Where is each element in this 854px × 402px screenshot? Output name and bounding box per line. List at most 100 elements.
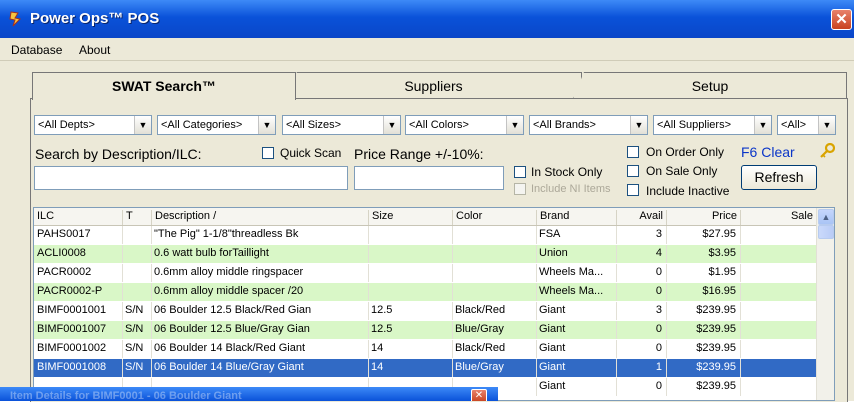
on-sale-only-checkbox[interactable] [627, 165, 639, 177]
menu-about[interactable]: About [79, 43, 110, 57]
col-header-size[interactable]: Size [368, 210, 452, 225]
categories-select[interactable]: <All Categories> ▼ [157, 115, 276, 135]
f6-clear-link[interactable]: F6 Clear [741, 144, 795, 160]
cell-divider [452, 359, 453, 377]
cell-avail: 1 [655, 361, 662, 373]
key-icon [820, 143, 835, 158]
cell-divider [368, 359, 369, 377]
cell-ilc: BIMF0001001 [37, 304, 107, 316]
col-header-t[interactable]: T [122, 210, 151, 225]
table-row[interactable]: BIMF0001008 S/N 06 Boulder 14 Blue/Gray Gi… [34, 359, 816, 377]
chevron-down-icon[interactable]: ▼ [506, 116, 523, 134]
table-row[interactable]: BIMF0001007 S/N 06 Boulder 12.5 Blue/Gray … [34, 321, 816, 339]
chevron-down-icon[interactable]: ▼ [818, 116, 835, 134]
cell-divider [122, 340, 123, 358]
suppliers-select[interactable]: <All Suppliers> ▼ [653, 115, 772, 135]
cell-divider [452, 226, 453, 244]
chevron-down-icon[interactable]: ▼ [754, 116, 771, 134]
cell-divider [368, 340, 369, 358]
price-range-input[interactable] [354, 166, 504, 190]
col-header-description[interactable]: Description / [151, 210, 368, 225]
cell-brand: FSA [539, 228, 561, 240]
cell-divider [536, 283, 537, 301]
cell-brand: Union [539, 247, 568, 259]
cell-desc: 0.6mm alloy middle ringspacer [154, 266, 304, 278]
tab-setup[interactable]: Setup [573, 72, 847, 99]
vertical-scrollbar[interactable]: ▲ [816, 208, 834, 400]
col-header-brand[interactable]: Brand [536, 210, 616, 225]
cell-divider [151, 283, 152, 301]
table-row[interactable]: PACR0002 0.6mm alloy middle ringspacer Whe… [34, 264, 816, 282]
price-range-label: Price Range +/-10%: [354, 146, 484, 162]
cell-avail: 3 [655, 304, 662, 316]
cell-divider [151, 302, 152, 320]
window-title: Power Ops™ POS [30, 10, 160, 27]
close-button[interactable]: ✕ [831, 9, 852, 30]
cell-divider [122, 264, 123, 282]
cell-desc: 06 Boulder 14 Blue/Gray Giant [154, 361, 304, 373]
cell-divider [122, 226, 123, 244]
cell-divider [536, 245, 537, 263]
cell-divider [740, 359, 741, 377]
grid-header: ILC T Description / Size Color Brand Ava… [34, 208, 816, 226]
cell-divider [536, 302, 537, 320]
cell-divider [122, 321, 123, 339]
colors-select[interactable]: <All Colors> ▼ [405, 115, 524, 135]
col-header-sale[interactable]: Sale [740, 210, 816, 225]
on-order-only-checkbox[interactable] [627, 146, 639, 158]
refresh-button[interactable]: Refresh [741, 165, 817, 190]
brands-select[interactable]: <All Brands> ▼ [529, 115, 648, 135]
chevron-down-icon[interactable]: ▼ [134, 116, 151, 134]
cell-ilc: BIMF0001007 [37, 323, 107, 335]
item-details-title: Item Details for BIMF0001 - 06 Boulder G… [10, 390, 242, 401]
table-row[interactable]: PAHS0017 "The Pig" 1-1/8"threadless Bk FSA… [34, 226, 816, 244]
cell-size: 12.5 [371, 323, 393, 335]
include-ni-label: Include NI Items [531, 183, 611, 195]
cell-divider [740, 321, 741, 339]
cell-price: $239.95 [696, 361, 736, 373]
sizes-select[interactable]: <All Sizes> ▼ [282, 115, 401, 135]
cell-ilc: PAHS0017 [37, 228, 91, 240]
cell-price: $1.95 [708, 266, 736, 278]
table-row[interactable]: ACLI0008 0.6 watt bulb forTaillight Union 4… [34, 245, 816, 263]
col-header-ilc[interactable]: ILC [34, 210, 122, 225]
include-inactive-label: Include Inactive [646, 184, 730, 198]
quick-scan-checkbox[interactable] [262, 147, 274, 159]
on-order-only-label: On Order Only [646, 145, 725, 159]
col-header-price[interactable]: Price [666, 210, 740, 225]
scroll-thumb[interactable] [818, 225, 834, 239]
cell-price: $27.95 [702, 228, 736, 240]
cell-desc: 06 Boulder 12.5 Black/Red Gian [154, 304, 312, 316]
cell-brand: Giant [539, 361, 566, 373]
cell-t: S/N [125, 323, 144, 335]
col-header-color[interactable]: Color [452, 210, 536, 225]
table-row[interactable]: BIMF0001002 S/N 06 Boulder 14 Black/Red Gi… [34, 340, 816, 358]
depts-select[interactable]: <All Depts> ▼ [34, 115, 152, 135]
cell-desc: "The Pig" 1-1/8"threadless Bk [154, 228, 299, 240]
tab-swat-search[interactable]: SWAT Search™ [32, 72, 296, 100]
cell-divider [151, 340, 152, 358]
cell-avail: 0 [655, 323, 662, 335]
cell-divider [368, 283, 369, 301]
in-stock-only-checkbox[interactable] [514, 166, 526, 178]
cell-divider [452, 302, 453, 320]
tab-suppliers[interactable]: Suppliers [285, 72, 582, 99]
include-ni-checkbox [514, 183, 526, 195]
search-input[interactable] [34, 166, 348, 190]
table-row[interactable]: PACR0002-P 0.6mm alloy middle spacer /20 W… [34, 283, 816, 301]
include-inactive-checkbox[interactable] [627, 184, 639, 196]
cell-price: $3.95 [708, 247, 736, 259]
cell-divider [151, 264, 152, 282]
item-details-close-button[interactable]: ✕ [471, 389, 487, 401]
chevron-down-icon[interactable]: ▼ [630, 116, 647, 134]
col-header-avail[interactable]: Avail [616, 210, 666, 225]
cell-ilc: BIMF0001008 [37, 361, 107, 373]
table-row[interactable]: BIMF0001001 S/N 06 Boulder 12.5 Black/Red … [34, 302, 816, 320]
menu-database[interactable]: Database [11, 43, 62, 57]
scroll-up-icon[interactable]: ▲ [818, 209, 834, 225]
all-select[interactable]: <All> ▼ [777, 115, 836, 135]
title-bar: Power Ops™ POS ✕ [0, 0, 854, 38]
chevron-down-icon[interactable]: ▼ [383, 116, 400, 134]
chevron-down-icon[interactable]: ▼ [258, 116, 275, 134]
cell-divider [151, 359, 152, 377]
